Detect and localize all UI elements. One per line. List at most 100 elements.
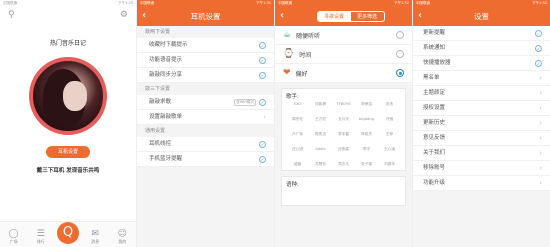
radio-button[interactable] — [396, 50, 404, 58]
discover-hint: 戴三下耳机 发现音乐共鸣 — [36, 168, 100, 174]
singer-chip[interactable]: 吴亦凡 — [332, 162, 355, 167]
singer-chip[interactable]: bigbang — [355, 117, 378, 122]
setting-label: 功能语音提示 — [149, 56, 183, 63]
mode-option[interactable]: ☕ 随便听听 — [275, 26, 412, 45]
section-title: 敲三下设置 — [137, 83, 274, 95]
singer-chip[interactable]: 周杰伦 — [286, 117, 309, 122]
settings-item[interactable]: 系统通知 ✓ — [413, 41, 550, 56]
check-icon[interactable]: ✓ — [259, 140, 266, 148]
chevron-right-icon: › — [539, 133, 542, 142]
setting-item[interactable]: 功能语音提示 ✓ — [137, 53, 274, 68]
chevron-right-icon: › — [539, 148, 542, 157]
settings-item[interactable]: 更新历史 › — [413, 116, 550, 131]
check-icon[interactable]: ✓ — [259, 71, 266, 79]
settings-item[interactable]: 授权设置 › — [413, 101, 550, 116]
chevron-right-icon: › — [539, 73, 542, 82]
tab-more-filters[interactable]: 更多筛选 — [351, 12, 384, 21]
tab-profile[interactable]: ☺ 我的 — [111, 229, 133, 245]
singer-chip[interactable]: TFBOYS — [332, 102, 355, 107]
message-icon: ✉ — [91, 229, 99, 239]
page-title: 设置 — [474, 11, 489, 21]
clock: 下午1:20 — [118, 1, 133, 5]
tab-search-settings[interactable]: 寻歌设置 — [317, 11, 351, 21]
tab-rank[interactable]: ☰ 排行 — [30, 229, 52, 245]
singer-chip[interactable]: 王力宏 — [309, 117, 332, 122]
singer-chip[interactable]: 张子豪 — [355, 162, 378, 167]
section-title: 通用设置 — [137, 125, 274, 137]
singer-chip[interactable]: 苏慧伦 — [309, 162, 332, 167]
back-icon[interactable]: ‹ — [275, 6, 289, 26]
singer-chip[interactable]: 戚薇 — [286, 162, 309, 167]
tab-label: 我的 — [118, 239, 127, 244]
singer-chip[interactable]: 王心凌 — [378, 147, 401, 152]
setting-item[interactable]: 敲敲求歌 仅WiFi模式 ✓ — [137, 95, 274, 110]
radio-button[interactable] — [396, 31, 404, 39]
check-icon[interactable]: ✓ — [535, 59, 542, 67]
singer-chip[interactable]: 刘德华 — [378, 162, 401, 167]
back-icon[interactable]: ‹ — [137, 6, 151, 26]
setting-item[interactable]: 敲敲同步分享 ✓ — [137, 68, 274, 83]
check-icon[interactable]: ✓ — [259, 98, 266, 106]
mode-option[interactable]: ❤ 偏好 — [275, 64, 412, 83]
segmented-tabs: 寻歌设置 更多筛选 — [316, 10, 385, 22]
singer-chip[interactable]: 卢广仲 — [286, 132, 309, 137]
settings-item[interactable]: 功能升级 › — [413, 176, 550, 191]
gear-icon[interactable]: ⚙ — [120, 10, 128, 20]
singer-chip[interactable]: 邓紫棋 — [309, 102, 332, 107]
check-icon[interactable]: ✓ — [259, 155, 266, 163]
settings-item[interactable]: 快捷播放器 ✓ — [413, 56, 550, 71]
tab-message[interactable]: ✉ 消息 — [84, 229, 106, 245]
back-icon[interactable]: ‹ — [413, 6, 427, 26]
check-icon[interactable]: ✓ — [535, 29, 542, 37]
tab-square[interactable]: ◯ 广场 — [3, 229, 25, 245]
setting-item[interactable]: 手机蓝牙提醒 ✓ — [137, 152, 274, 167]
singer-chip[interactable]: 李荣浩 — [355, 102, 378, 107]
q-icon: Q — [56, 222, 79, 244]
singer-chip[interactable]: 许嵩 — [378, 117, 401, 122]
chevron-right-icon: › — [263, 112, 266, 121]
cover-avatar[interactable] — [29, 57, 107, 135]
singer-chip[interactable]: 林俊杰 — [355, 132, 378, 137]
earphone-settings-screen: 中国联通 下午1:31 ‹ 耳机设置 敲两下设置 收藏时下载提示 ✓ 功能语音提示… — [137, 0, 275, 247]
singer-chip[interactable]: 李宇 — [355, 147, 378, 152]
earphone-settings-button[interactable]: 耳机设置 — [46, 146, 90, 158]
square-icon: ◯ — [8, 229, 19, 239]
singer-chip[interactable]: 王菲 — [378, 132, 401, 137]
singer-chip[interactable]: 陈奕迅 — [309, 132, 332, 137]
mode-option[interactable]: ⌚ 时间 — [275, 45, 412, 64]
chevron-right-icon: › — [539, 103, 542, 112]
settings-item[interactable]: 更新提醒 ✓ — [413, 26, 550, 41]
settings-item[interactable]: 主题颜定 › — [413, 86, 550, 101]
option-label: 偏好 — [295, 70, 308, 78]
radio-button-selected[interactable] — [396, 69, 404, 77]
singer-chip[interactable]: Adele — [309, 147, 332, 152]
tab-label: 消息 — [91, 239, 100, 244]
option-label: 随便听听 — [296, 32, 321, 40]
chevron-right-icon: › — [539, 118, 542, 127]
settings-item[interactable]: 黑名单 › — [413, 71, 550, 86]
tab-label: 排行 — [36, 239, 45, 244]
singer-chip[interactable]: 庄心妍 — [286, 147, 309, 152]
search-icon[interactable]: ⚲ — [8, 10, 15, 20]
singer-chip[interactable]: EXO — [286, 102, 309, 107]
home-top-bar: ⚲ ⚙ — [0, 6, 136, 24]
settings-item[interactable]: 移除账号 › — [413, 161, 550, 176]
settings-item[interactable]: 关于我们 › — [413, 146, 550, 161]
setting-item[interactable]: 耳机线控 ✓ — [137, 137, 274, 152]
section-title: 敲两下设置 — [137, 26, 274, 38]
cup-icon: ☕ — [283, 30, 292, 40]
settings-label: 意见反馈 — [423, 134, 446, 141]
settings-label: 功能升级 — [423, 179, 446, 186]
settings-item[interactable]: 意见反馈 › — [413, 131, 550, 146]
tab-center[interactable]: Q — [56, 222, 79, 245]
check-icon[interactable]: ✓ — [259, 56, 266, 64]
singer-chip[interactable]: 李宇春 — [332, 132, 355, 137]
singer-chip[interactable]: 孙燕姿 — [332, 147, 355, 152]
setting-item[interactable]: 收藏时下载提示 ✓ — [137, 38, 274, 53]
setting-item[interactable]: 设置敲敲歌单 › — [137, 110, 274, 125]
singer-chip[interactable]: 五月天 — [332, 117, 355, 122]
check-icon[interactable]: ✓ — [535, 44, 542, 52]
setting-label: 设置敲敲歌单 — [149, 113, 183, 120]
check-icon[interactable]: ✓ — [259, 41, 266, 49]
singer-chip[interactable]: 张杰 — [378, 102, 401, 107]
